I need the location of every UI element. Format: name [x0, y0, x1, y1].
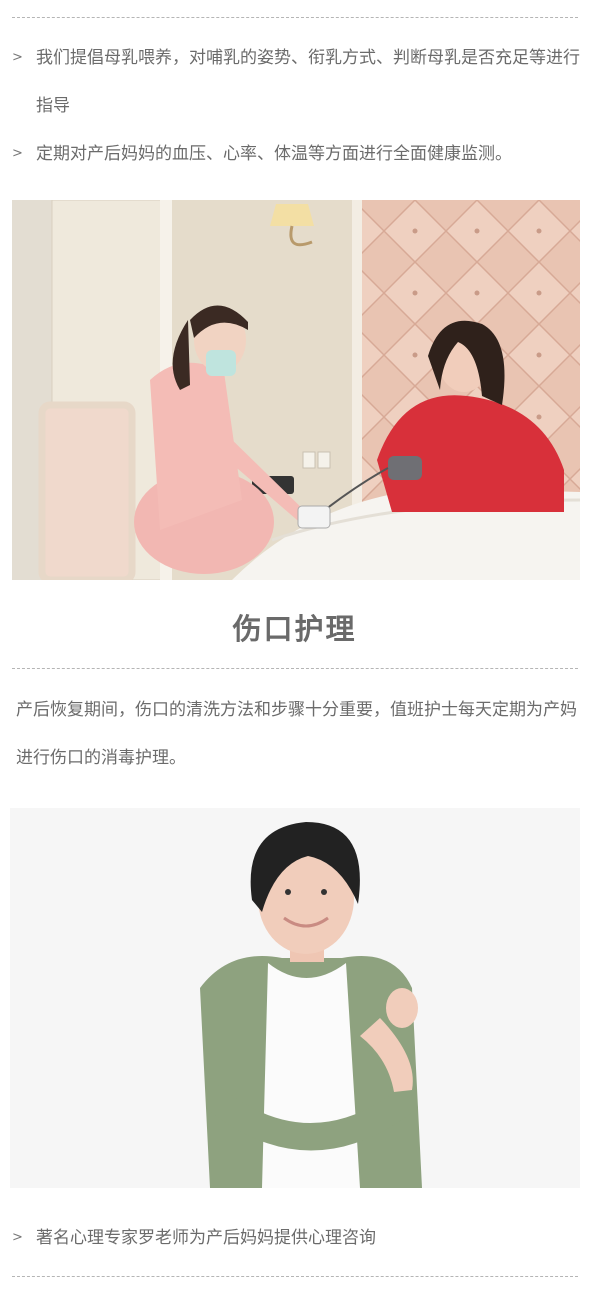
- list-item-text: 定期对产后妈妈的血压、心率、体温等方面进行全面健康监测。: [36, 144, 512, 164]
- section-title: 伤口护理: [232, 612, 357, 646]
- top-divider: [12, 17, 578, 18]
- list-item: > 我们提倡母乳喂养，对哺乳的姿势、衔乳方式、判断母乳是否充足等进行指导: [12, 34, 582, 130]
- chevron-right-icon: >: [12, 146, 23, 161]
- nurse-blood-pressure-photo: [12, 200, 580, 580]
- psychologist-portrait-photo: [10, 808, 580, 1188]
- list-item-text: 我们提倡母乳喂养，对哺乳的姿势、衔乳方式、判断母乳是否充足等进行指导: [36, 48, 580, 116]
- list-item: > 著名心理专家罗老师为产后妈妈提供心理咨询: [12, 1214, 582, 1262]
- chevron-right-icon: >: [12, 1230, 23, 1245]
- section-divider: [12, 668, 578, 669]
- list-item-text: 著名心理专家罗老师为产后妈妈提供心理咨询: [36, 1228, 376, 1248]
- bottom-divider: [12, 1276, 578, 1277]
- chevron-right-icon: >: [12, 50, 23, 65]
- section-paragraph: 产后恢复期间，伤口的清洗方法和步骤十分重要，值班护士每天定期为产妈进行伤口的消毒…: [16, 700, 577, 768]
- list-item: > 定期对产后妈妈的血压、心率、体温等方面进行全面健康监测。: [12, 130, 582, 178]
